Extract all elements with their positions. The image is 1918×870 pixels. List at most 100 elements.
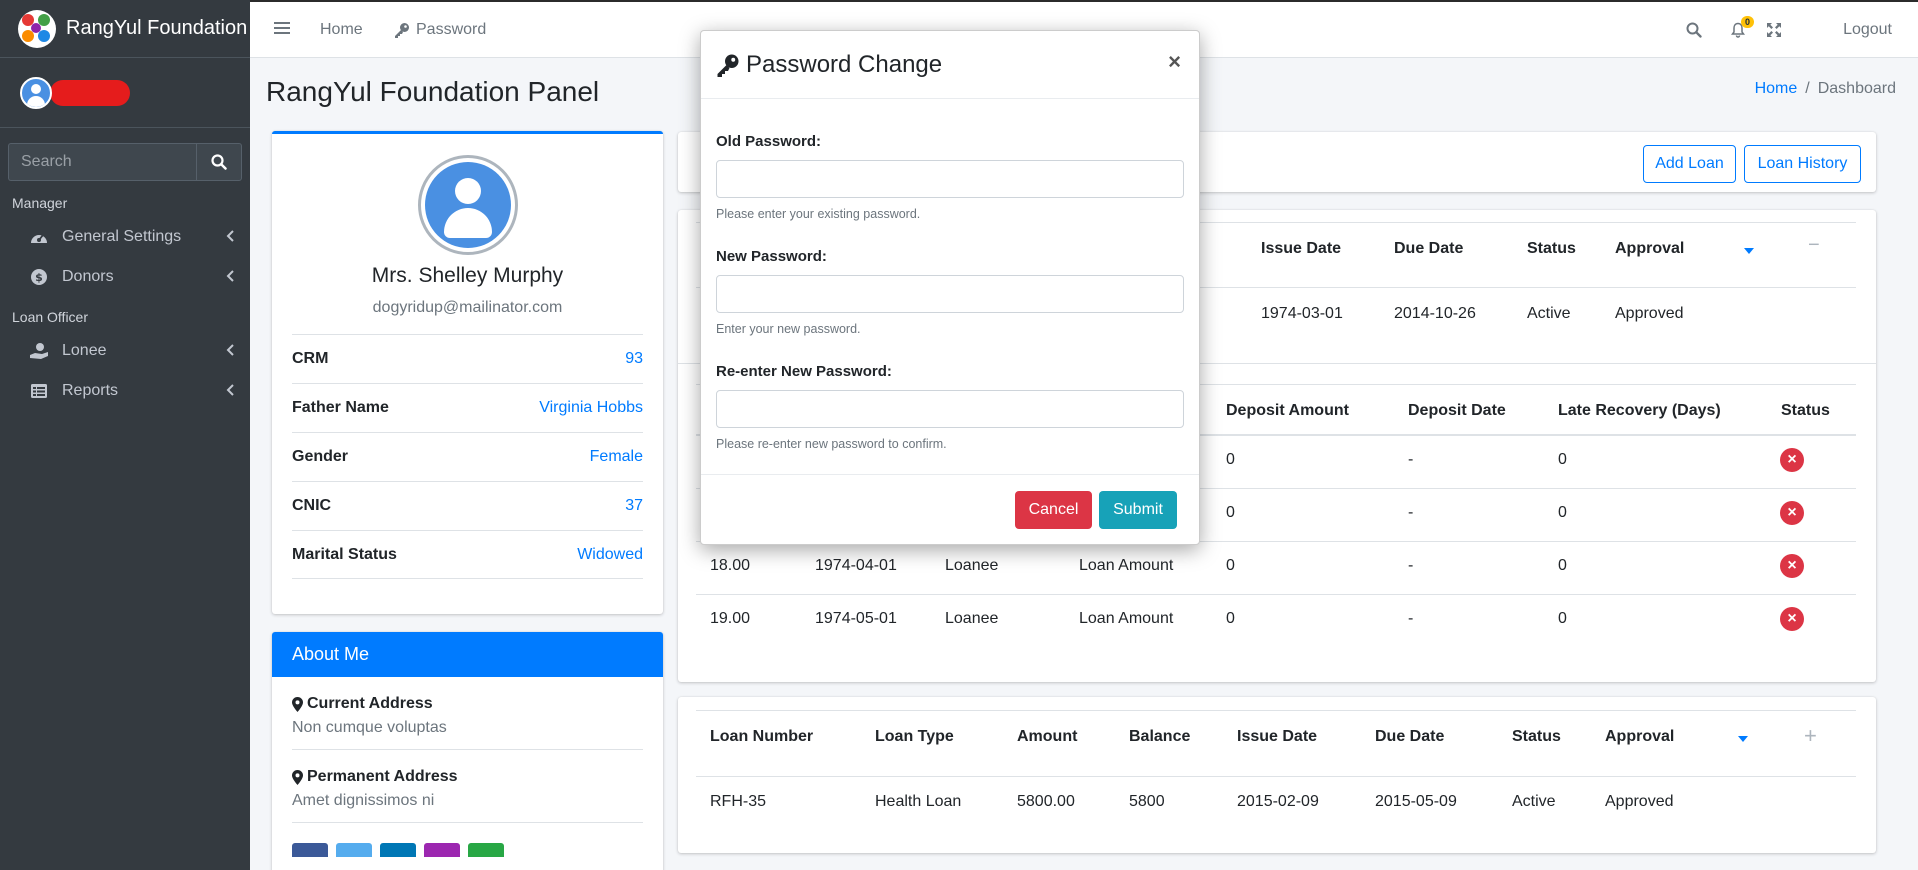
col-header: Approval <box>1605 728 1675 745</box>
col-header: Deposit Amount <box>1226 402 1349 419</box>
brand-logo-icon <box>18 9 56 48</box>
expand-arrows-icon <box>1767 23 1781 37</box>
cell: 5800 <box>1129 793 1165 810</box>
linkedin-button[interactable] <box>380 843 416 857</box>
sidebar-search <box>8 143 242 181</box>
cell: Approved <box>1615 305 1684 322</box>
logout-link[interactable]: Logout <box>1843 21 1892 39</box>
notifications-button[interactable]: 0 <box>1730 16 1754 38</box>
chevron-left-icon <box>226 270 234 282</box>
loan-card: Loan Number Loan Type Amount Balance Iss… <box>678 697 1876 853</box>
menu-toggle[interactable] <box>274 21 290 40</box>
whatsapp-button[interactable] <box>468 843 504 857</box>
reenter-password-group: Re-enter New Password: Please re-enter n… <box>716 363 1184 451</box>
cell: 5800.00 <box>1017 793 1075 810</box>
submit-button[interactable]: Submit <box>1099 491 1177 529</box>
new-password-label: New Password: <box>716 248 827 265</box>
notification-badge: 0 <box>1741 16 1754 28</box>
expand-button[interactable]: + <box>1804 723 1817 749</box>
brand-link[interactable]: RangYul Foundation <box>0 0 250 58</box>
modal-footer: Cancel Submit <box>701 474 1199 544</box>
nav-home-link[interactable]: Home <box>320 21 363 39</box>
caret-down-icon[interactable] <box>1738 736 1748 742</box>
cell: 0 <box>1226 504 1235 521</box>
col-header: Balance <box>1129 728 1191 745</box>
collapse-button[interactable]: − <box>1808 234 1820 257</box>
cell: - <box>1408 504 1414 521</box>
modal-close-button[interactable]: × <box>1168 49 1181 75</box>
profile-name: Mrs. Shelley Murphy <box>371 264 564 287</box>
cell: 0 <box>1558 504 1567 521</box>
permanent-address-label: Permanent Address <box>307 768 458 785</box>
col-header: Issue Date <box>1237 728 1318 745</box>
profile-info-list: CRM 93 Father Name Virginia Hobbs Gender Fe… <box>292 334 643 579</box>
status-unpaid-icon: × <box>1780 554 1804 578</box>
col-header: Deposit Date <box>1408 402 1506 419</box>
cell: 0 <box>1558 451 1567 468</box>
cell: 1974-03-01 <box>1261 305 1343 322</box>
breadcrumb-home[interactable]: Home <box>1755 80 1798 98</box>
col-header: Status <box>1512 728 1561 745</box>
cell: Active <box>1512 793 1556 810</box>
breadcrumb: Home / Dashboard <box>1755 80 1896 98</box>
sidebar-item-reports[interactable]: Reports <box>0 371 250 411</box>
hamburger-icon <box>274 22 290 34</box>
col-header: Due Date <box>1394 240 1464 257</box>
cancel-button[interactable]: Cancel <box>1015 491 1092 529</box>
cell: 0 <box>1226 451 1235 468</box>
reenter-password-input[interactable] <box>716 390 1184 428</box>
sidebar-item-donors[interactable]: $ Donors <box>0 257 250 297</box>
cell: 2014-10-26 <box>1394 305 1476 322</box>
info-label: Gender <box>292 448 349 465</box>
info-value[interactable]: Widowed <box>577 546 643 564</box>
sidebar-item-general-settings[interactable]: General Settings <box>0 217 250 257</box>
nav-password-link[interactable]: Password <box>394 21 486 39</box>
permanent-address: Permanent Address Amet dignissimos ni <box>292 750 643 823</box>
old-password-label: Old Password: <box>716 133 822 150</box>
key-icon <box>395 23 409 38</box>
new-password-input[interactable] <box>716 275 1184 313</box>
twitter-button[interactable] <box>336 843 372 857</box>
add-loan-button[interactable]: Add Loan <box>1643 145 1736 183</box>
cell: 0 <box>1226 610 1235 627</box>
loan-history-button[interactable]: Loan History <box>1744 145 1861 183</box>
new-password-help: Enter your new password. <box>716 322 861 336</box>
fullscreen-button[interactable] <box>1766 22 1782 43</box>
col-header: Amount <box>1017 728 1078 745</box>
cell: - <box>1408 451 1414 468</box>
user-panel[interactable] <box>0 58 250 128</box>
cell: - <box>1408 610 1414 627</box>
modal-title: Password Change <box>746 50 943 78</box>
password-change-modal: Password Change × Old Password: Please e… <box>700 30 1200 545</box>
cell: Loanee <box>945 557 999 574</box>
cell: Health Loan <box>875 793 962 810</box>
facebook-button[interactable] <box>292 843 328 857</box>
info-label: CNIC <box>292 497 332 514</box>
search-icon <box>1686 22 1702 38</box>
instagram-button[interactable] <box>424 843 460 857</box>
nav-password-label: Password <box>416 21 487 38</box>
profile-card: Mrs. Shelley Murphy dogyridup@mailinator… <box>272 131 663 614</box>
nav-header-loan-officer: Loan Officer <box>12 309 89 325</box>
user-name-redacted <box>50 79 130 106</box>
col-header: Loan Type <box>875 728 954 745</box>
nav-header-manager: Manager <box>12 195 68 211</box>
old-password-input[interactable] <box>716 160 1184 198</box>
caret-down-icon[interactable] <box>1744 248 1754 254</box>
search-input[interactable] <box>8 143 196 181</box>
hand-holding-usd-icon <box>28 342 50 360</box>
info-value[interactable]: 37 <box>625 497 643 515</box>
col-header: Status <box>1527 240 1576 257</box>
info-value[interactable]: 93 <box>625 350 643 368</box>
info-value[interactable]: Virginia Hobbs <box>539 399 643 417</box>
sidebar-item-lonee[interactable]: Lonee <box>0 331 250 371</box>
modal-header: Password Change × <box>701 31 1199 99</box>
info-value[interactable]: Female <box>590 448 643 466</box>
old-password-group: Old Password: Please enter your existing… <box>716 133 1184 221</box>
sidebar-item-label: General Settings <box>62 228 182 245</box>
search-button[interactable] <box>196 143 242 181</box>
navbar-search-button[interactable] <box>1686 22 1702 43</box>
about-title: About Me <box>272 632 663 677</box>
sidebar-item-label: Donors <box>62 268 114 285</box>
cell: 2015-02-09 <box>1237 793 1319 810</box>
